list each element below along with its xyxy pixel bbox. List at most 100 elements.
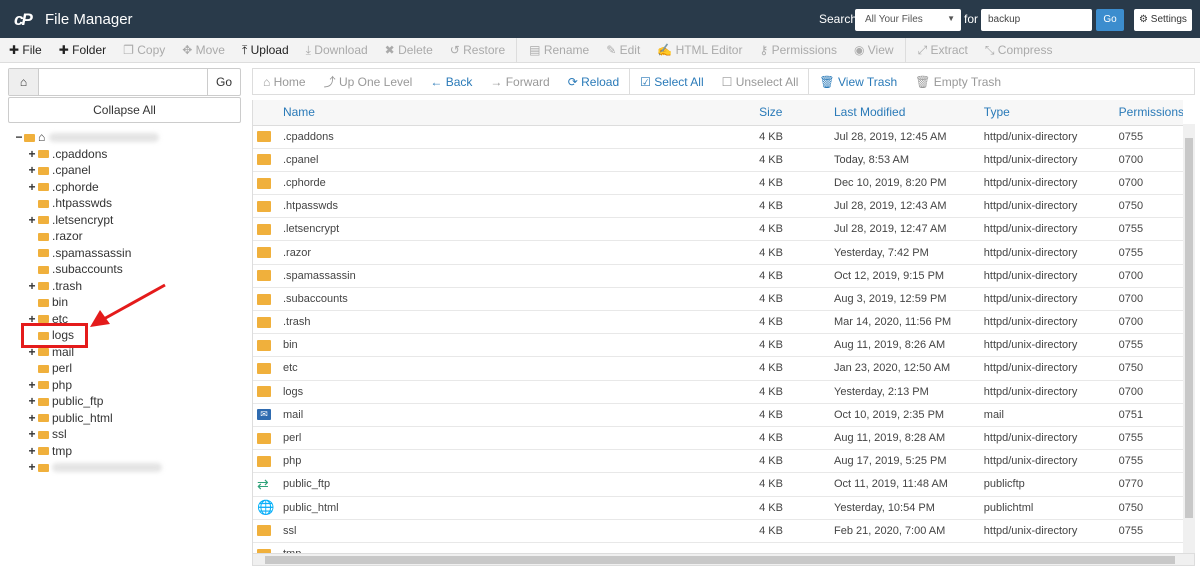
table-row[interactable]: .spamassassin 4 KB Oct 12, 2019, 9:15 PM ht… [253, 264, 1183, 288]
nav-empty-trash-button[interactable]: 🗑 Empty Trash [915, 75, 1001, 89]
nav-view-trash-button[interactable]: 🗑 View Trash [819, 75, 897, 89]
tree-item-redacted[interactable]: + [14, 459, 244, 476]
tree-item-php[interactable]: + php [14, 377, 244, 394]
cell-name[interactable]: .cpaddons [282, 125, 760, 149]
table-row[interactable]: tmp [253, 542, 1183, 553]
table-row[interactable]: 🌐 public_html 4 KB Yesterday, 10:54 PM publi… [253, 496, 1183, 520]
table-row[interactable]: .cphorde 4 KB Dec 10, 2019, 8:20 PM httpd/u… [253, 171, 1183, 196]
cell-name[interactable]: public_html [282, 496, 760, 520]
nav-home-button[interactable]: ⌂ Home [263, 75, 306, 89]
expand-icon[interactable]: + [27, 410, 37, 427]
tree-item-htpasswds[interactable]: .htpasswds [14, 195, 244, 212]
cell-name[interactable]: ssl [282, 519, 760, 543]
toolbar-folder-button[interactable]: ✚ Folder [59, 43, 106, 57]
table-row[interactable]: ssl 4 KB Feb 21, 2020, 7:00 AM httpd/unix-d… [253, 519, 1183, 543]
expand-icon[interactable]: + [27, 146, 37, 163]
search-input[interactable]: backup [981, 9, 1092, 31]
nav-up-one-level-button[interactable]: ⤴ Up One Level [324, 73, 413, 90]
expand-icon[interactable]: + [27, 212, 37, 229]
table-row[interactable]: ⇄ public_ftp 4 KB Oct 11, 2019, 11:48 AM pub… [253, 472, 1183, 497]
nav-back-button[interactable]: ← Back [430, 75, 472, 89]
expand-icon[interactable]: + [27, 278, 37, 295]
collapse-all-button[interactable]: Collapse All [8, 97, 241, 123]
search-go-button[interactable]: Go [1096, 9, 1124, 31]
cell-name[interactable]: .letsencrypt [282, 217, 760, 242]
expand-icon[interactable]: + [27, 377, 37, 394]
toolbar-download-button[interactable]: ⤓ Download [306, 43, 368, 58]
cell-name[interactable]: bin [282, 333, 760, 358]
scrollbar-thumb[interactable] [265, 556, 1175, 564]
tree-item-letsencrypt[interactable]: + .letsencrypt [14, 212, 244, 229]
toolbar-upload-button[interactable]: ⤒ Upload [242, 43, 289, 58]
horizontal-scrollbar[interactable] [252, 553, 1195, 566]
table-row[interactable]: bin 4 KB Aug 11, 2019, 8:26 AM httpd/unix-d… [253, 333, 1183, 358]
column-header-type[interactable]: Type [983, 100, 1119, 126]
nav-forward-button[interactable]: → Forward [490, 75, 549, 89]
toolbar-edit-button[interactable]: ✎ Edit [606, 43, 640, 57]
collapse-icon[interactable]: − [14, 129, 24, 146]
cell-name[interactable]: public_ftp [282, 472, 760, 497]
expand-icon[interactable]: + [27, 426, 37, 443]
nav-reload-button[interactable]: ⟳ Reload [568, 75, 619, 89]
cell-name[interactable]: logs [282, 380, 760, 404]
toolbar-html-editor-button[interactable]: ✍ HTML Editor [657, 43, 742, 57]
cell-name[interactable]: php [282, 449, 760, 474]
expand-icon[interactable]: + [27, 459, 37, 476]
search-scope-select[interactable]: All Your Files ▼ [855, 9, 961, 31]
table-row[interactable]: .subaccounts 4 KB Aug 3, 2019, 12:59 PM htt… [253, 287, 1183, 312]
home-icon[interactable]: ⌂ [9, 69, 39, 95]
expand-icon[interactable]: + [27, 393, 37, 410]
nav-select-all-button[interactable]: ☑ Select All [640, 75, 703, 89]
cell-name[interactable]: perl [282, 426, 760, 451]
tree-item-cphorde[interactable]: + .cphorde [14, 179, 244, 196]
toolbar-permissions-button[interactable]: ⚷ Permissions [759, 43, 836, 57]
toolbar-rename-button[interactable]: ▤ Rename [529, 43, 589, 57]
tree-item-cpaddons[interactable]: + .cpaddons [14, 146, 244, 163]
tree-item-razor[interactable]: .razor [14, 228, 244, 245]
toolbar-compress-button[interactable]: ⤡ Compress [985, 43, 1053, 58]
tree-item-ssl[interactable]: + ssl [14, 426, 244, 443]
cell-name[interactable]: .razor [282, 240, 760, 265]
table-row[interactable]: etc 4 KB Jan 23, 2020, 12:50 AM httpd/unix-… [253, 356, 1183, 381]
table-row[interactable]: logs 4 KB Yesterday, 2:13 PM httpd/unix-dir… [253, 380, 1183, 404]
path-go-button[interactable]: Go [207, 69, 240, 95]
tree-item-tmp[interactable]: + tmp [14, 443, 244, 460]
toolbar-move-button[interactable]: ✥ Move [182, 43, 225, 57]
table-row[interactable]: .letsencrypt 4 KB Jul 28, 2019, 12:47 AM ht… [253, 217, 1183, 242]
tree-item-spamassassin[interactable]: .spamassassin [14, 245, 244, 262]
cell-name[interactable]: etc [282, 356, 760, 381]
tree-item-perl[interactable]: perl [14, 360, 244, 377]
cell-name[interactable]: .htpasswds [282, 194, 760, 219]
settings-button[interactable]: ⚙ Settings [1134, 9, 1192, 31]
expand-icon[interactable]: + [27, 162, 37, 179]
toolbar-file-button[interactable]: ✚ File [9, 43, 42, 57]
column-header-last-modified[interactable]: Last Modified [834, 100, 984, 126]
cpanel-logo[interactable]: cP [14, 10, 33, 30]
table-row[interactable]: php 4 KB Aug 17, 2019, 5:25 PM httpd/unix-d… [253, 449, 1183, 474]
tree-root[interactable]: − ⌂ [14, 129, 244, 146]
cell-name[interactable]: .cphorde [282, 171, 760, 196]
column-header-name[interactable]: Name [282, 100, 760, 126]
column-header-size[interactable]: Size [759, 100, 834, 126]
cell-name[interactable]: .trash [282, 310, 760, 335]
toolbar-delete-button[interactable]: ✖ Delete [385, 43, 433, 57]
cell-name[interactable]: mail [282, 403, 760, 427]
tree-item-public_ftp[interactable]: + public_ftp [14, 393, 244, 410]
cell-name[interactable]: .subaccounts [282, 287, 760, 312]
table-row[interactable]: .htpasswds 4 KB Jul 28, 2019, 12:43 AM http… [253, 194, 1183, 219]
table-row[interactable]: .cpanel 4 KB Today, 8:53 AM httpd/unix-dire… [253, 148, 1183, 172]
toolbar-copy-button[interactable]: ❐ Copy [123, 43, 165, 57]
column-header-permissions[interactable]: Permissions [1118, 100, 1183, 126]
expand-icon[interactable]: + [27, 179, 37, 196]
table-row[interactable]: ✉ mail 4 KB Oct 10, 2019, 2:35 PM mail 0751 [253, 403, 1183, 427]
scrollbar-thumb[interactable] [1185, 138, 1193, 518]
cell-name[interactable]: .spamassassin [282, 264, 760, 288]
tree-item-subaccounts[interactable]: .subaccounts [14, 261, 244, 278]
expand-icon[interactable]: + [27, 443, 37, 460]
nav-unselect-all-button[interactable]: ☐ Unselect All [722, 75, 799, 89]
path-input[interactable] [39, 69, 207, 95]
table-row[interactable]: perl 4 KB Aug 11, 2019, 8:28 AM httpd/unix-… [253, 426, 1183, 451]
tree-item-public_html[interactable]: + public_html [14, 410, 244, 427]
table-row[interactable]: .cpaddons 4 KB Jul 28, 2019, 12:45 AM httpd… [253, 125, 1183, 149]
table-row[interactable]: .trash 4 KB Mar 14, 2020, 11:56 PM httpd/un… [253, 310, 1183, 335]
